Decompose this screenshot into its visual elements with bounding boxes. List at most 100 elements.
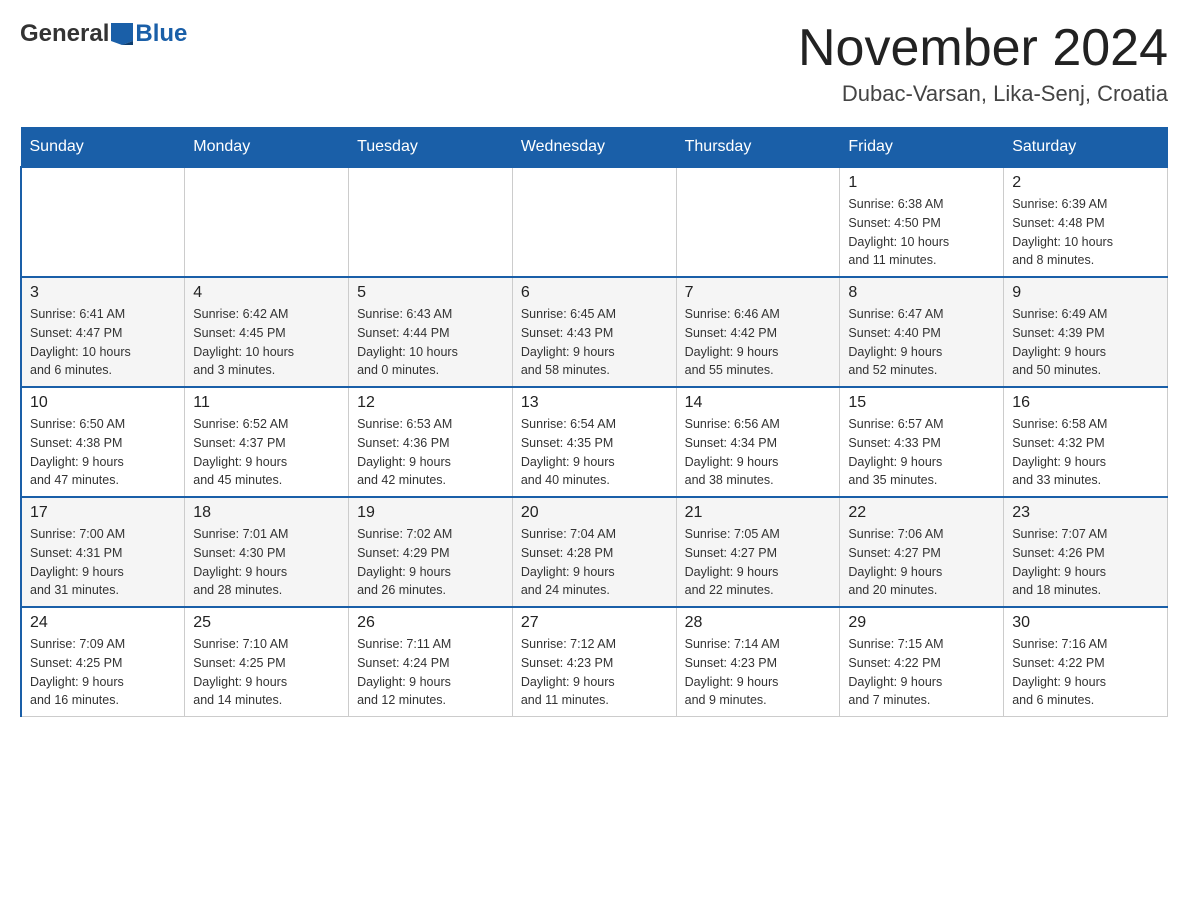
calendar-table: SundayMondayTuesdayWednesdayThursdayFrid…	[20, 127, 1168, 717]
calendar-cell	[676, 167, 840, 277]
calendar-cell: 17Sunrise: 7:00 AM Sunset: 4:31 PM Dayli…	[21, 497, 185, 607]
day-info: Sunrise: 6:58 AM Sunset: 4:32 PM Dayligh…	[1012, 415, 1159, 490]
day-info: Sunrise: 7:04 AM Sunset: 4:28 PM Dayligh…	[521, 525, 668, 600]
column-header-wednesday: Wednesday	[512, 128, 676, 168]
calendar-cell: 29 Sunrise: 7:15 AM Sunset: 4:22 PM Dayli…	[840, 607, 1004, 717]
day-number: 1	[848, 174, 995, 192]
day-number: 18	[193, 504, 340, 522]
day-info: Sunrise: 6:52 AM Sunset: 4:37 PM Dayligh…	[193, 415, 340, 490]
calendar-cell: 3 Sunrise: 6:41 AM Sunset: 4:47 PM Daylig…	[21, 277, 185, 387]
day-number: 30	[1012, 614, 1159, 632]
day-info: Sunrise: 6:39 AM Sunset: 4:48 PM Dayligh…	[1012, 195, 1159, 270]
column-header-monday: Monday	[185, 128, 349, 168]
week-row-2: 3 Sunrise: 6:41 AM Sunset: 4:47 PM Daylig…	[21, 277, 1168, 387]
calendar-cell: 2 Sunrise: 6:39 AM Sunset: 4:48 PM Daylig…	[1004, 167, 1168, 277]
week-row-1: 1 Sunrise: 6:38 AM Sunset: 4:50 PM Daylig…	[21, 167, 1168, 277]
day-info: Sunrise: 6:42 AM Sunset: 4:45 PM Dayligh…	[193, 305, 340, 380]
day-info: Sunrise: 6:38 AM Sunset: 4:50 PM Dayligh…	[848, 195, 995, 270]
calendar-cell: 21 Sunrise: 7:05 AM Sunset: 4:27 PM Dayli…	[676, 497, 840, 607]
day-number: 11	[193, 394, 340, 412]
day-number: 28	[685, 614, 832, 632]
day-number: 2	[1012, 174, 1159, 192]
day-info: Sunrise: 7:07 AM Sunset: 4:26 PM Dayligh…	[1012, 525, 1159, 600]
day-number: 15	[848, 394, 995, 412]
week-row-5: 24 Sunrise: 7:09 AM Sunset: 4:25 PM Dayli…	[21, 607, 1168, 717]
calendar-cell: 6 Sunrise: 6:45 AM Sunset: 4:43 PM Daylig…	[512, 277, 676, 387]
day-info: Sunrise: 7:06 AM Sunset: 4:27 PM Dayligh…	[848, 525, 995, 600]
calendar-cell: 7 Sunrise: 6:46 AM Sunset: 4:42 PM Daylig…	[676, 277, 840, 387]
day-number: 29	[848, 614, 995, 632]
day-info: Sunrise: 6:56 AM Sunset: 4:34 PM Dayligh…	[685, 415, 832, 490]
day-info: Sunrise: 6:49 AM Sunset: 4:39 PM Dayligh…	[1012, 305, 1159, 380]
calendar-cell: 5 Sunrise: 6:43 AM Sunset: 4:44 PM Daylig…	[349, 277, 513, 387]
day-info: Sunrise: 7:00 AM Sunset: 4:31 PM Dayligh…	[30, 525, 176, 600]
day-info: Sunrise: 7:15 AM Sunset: 4:22 PM Dayligh…	[848, 635, 995, 710]
calendar-cell	[512, 167, 676, 277]
calendar-cell: 27 Sunrise: 7:12 AM Sunset: 4:23 PM Dayli…	[512, 607, 676, 717]
calendar-cell: 18 Sunrise: 7:01 AM Sunset: 4:30 PM Dayli…	[185, 497, 349, 607]
week-row-3: 10 Sunrise: 6:50 AM Sunset: 4:38 PM Dayli…	[21, 387, 1168, 497]
day-number: 23	[1012, 504, 1159, 522]
calendar-cell: 14 Sunrise: 6:56 AM Sunset: 4:34 PM Dayli…	[676, 387, 840, 497]
location-title: Dubac-Varsan, Lika-Senj, Croatia	[798, 81, 1168, 107]
calendar-cell: 16 Sunrise: 6:58 AM Sunset: 4:32 PM Dayli…	[1004, 387, 1168, 497]
day-number: 25	[193, 614, 340, 632]
day-info: Sunrise: 6:41 AM Sunset: 4:47 PM Dayligh…	[30, 305, 176, 380]
logo-blue-text: Blue	[135, 20, 187, 48]
day-info: Sunrise: 6:50 AM Sunset: 4:38 PM Dayligh…	[30, 415, 176, 490]
day-number: 7	[685, 284, 832, 302]
calendar-cell	[21, 167, 185, 277]
calendar-cell: 4Sunrise: 6:42 AM Sunset: 4:45 PM Daylig…	[185, 277, 349, 387]
day-info: Sunrise: 6:45 AM Sunset: 4:43 PM Dayligh…	[521, 305, 668, 380]
day-info: Sunrise: 6:53 AM Sunset: 4:36 PM Dayligh…	[357, 415, 504, 490]
column-header-saturday: Saturday	[1004, 128, 1168, 168]
day-info: Sunrise: 7:01 AM Sunset: 4:30 PM Dayligh…	[193, 525, 340, 600]
day-number: 3	[30, 284, 176, 302]
day-number: 12	[357, 394, 504, 412]
day-info: Sunrise: 7:16 AM Sunset: 4:22 PM Dayligh…	[1012, 635, 1159, 710]
day-info: Sunrise: 7:02 AM Sunset: 4:29 PM Dayligh…	[357, 525, 504, 600]
day-number: 9	[1012, 284, 1159, 302]
calendar-cell: 20Sunrise: 7:04 AM Sunset: 4:28 PM Dayli…	[512, 497, 676, 607]
day-number: 21	[685, 504, 832, 522]
day-number: 5	[357, 284, 504, 302]
logo-general-text: General	[20, 20, 109, 48]
day-info: Sunrise: 7:12 AM Sunset: 4:23 PM Dayligh…	[521, 635, 668, 710]
calendar-cell: 28Sunrise: 7:14 AM Sunset: 4:23 PM Dayli…	[676, 607, 840, 717]
calendar-cell: 1 Sunrise: 6:38 AM Sunset: 4:50 PM Daylig…	[840, 167, 1004, 277]
day-number: 6	[521, 284, 668, 302]
day-info: Sunrise: 6:43 AM Sunset: 4:44 PM Dayligh…	[357, 305, 504, 380]
day-info: Sunrise: 6:54 AM Sunset: 4:35 PM Dayligh…	[521, 415, 668, 490]
calendar-cell: 22 Sunrise: 7:06 AM Sunset: 4:27 PM Dayli…	[840, 497, 1004, 607]
day-number: 14	[685, 394, 832, 412]
title-area: November 2024 Dubac-Varsan, Lika-Senj, C…	[798, 20, 1168, 107]
day-number: 19	[357, 504, 504, 522]
calendar-cell	[185, 167, 349, 277]
calendar-cell	[349, 167, 513, 277]
calendar-cell: 11 Sunrise: 6:52 AM Sunset: 4:37 PM Dayli…	[185, 387, 349, 497]
day-number: 10	[30, 394, 176, 412]
day-info: Sunrise: 7:09 AM Sunset: 4:25 PM Dayligh…	[30, 635, 176, 710]
day-info: Sunrise: 6:46 AM Sunset: 4:42 PM Dayligh…	[685, 305, 832, 380]
calendar-cell: 25 Sunrise: 7:10 AM Sunset: 4:25 PM Dayli…	[185, 607, 349, 717]
calendar-cell: 13 Sunrise: 6:54 AM Sunset: 4:35 PM Dayli…	[512, 387, 676, 497]
calendar-cell: 15 Sunrise: 6:57 AM Sunset: 4:33 PM Dayli…	[840, 387, 1004, 497]
day-info: Sunrise: 7:10 AM Sunset: 4:25 PM Dayligh…	[193, 635, 340, 710]
day-number: 24	[30, 614, 176, 632]
day-number: 13	[521, 394, 668, 412]
day-info: Sunrise: 6:57 AM Sunset: 4:33 PM Dayligh…	[848, 415, 995, 490]
day-number: 8	[848, 284, 995, 302]
calendar-cell: 12 Sunrise: 6:53 AM Sunset: 4:36 PM Dayli…	[349, 387, 513, 497]
calendar-cell: 19 Sunrise: 7:02 AM Sunset: 4:29 PM Dayli…	[349, 497, 513, 607]
calendar-cell: 24 Sunrise: 7:09 AM Sunset: 4:25 PM Dayli…	[21, 607, 185, 717]
day-info: Sunrise: 7:05 AM Sunset: 4:27 PM Dayligh…	[685, 525, 832, 600]
day-number: 22	[848, 504, 995, 522]
calendar-header-row: SundayMondayTuesdayWednesdayThursdayFrid…	[21, 128, 1168, 168]
calendar-cell: 26Sunrise: 7:11 AM Sunset: 4:24 PM Dayli…	[349, 607, 513, 717]
calendar-cell: 8Sunrise: 6:47 AM Sunset: 4:40 PM Daylig…	[840, 277, 1004, 387]
column-header-tuesday: Tuesday	[349, 128, 513, 168]
column-header-sunday: Sunday	[21, 128, 185, 168]
day-number: 16	[1012, 394, 1159, 412]
calendar-cell: 30 Sunrise: 7:16 AM Sunset: 4:22 PM Dayli…	[1004, 607, 1168, 717]
day-number: 27	[521, 614, 668, 632]
